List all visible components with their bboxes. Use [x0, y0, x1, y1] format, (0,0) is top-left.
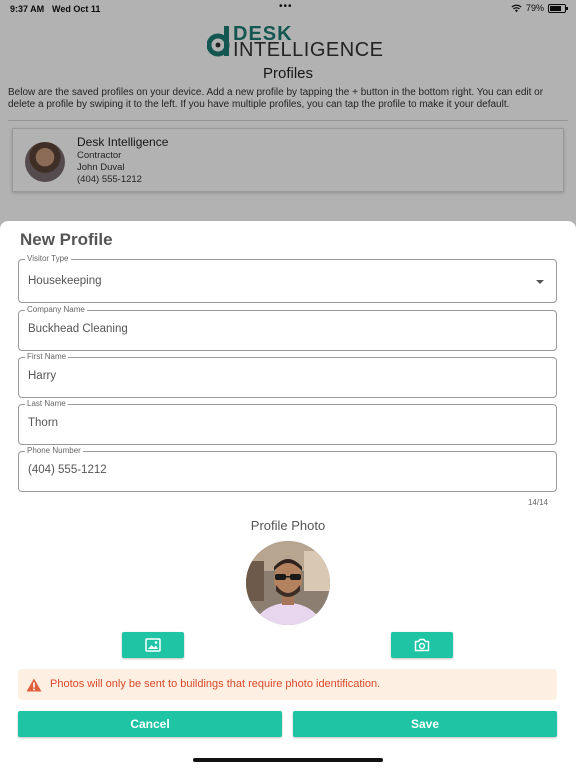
- company-name-input[interactable]: [28, 323, 508, 335]
- field-label: Company Name: [25, 305, 87, 315]
- profile-photo-image: [246, 541, 330, 625]
- last-name-input[interactable]: [28, 417, 508, 429]
- field-label: Last Name: [25, 399, 68, 409]
- first-name-input[interactable]: [28, 370, 508, 382]
- first-name-field[interactable]: First Name: [18, 352, 557, 398]
- choose-photo-button[interactable]: [122, 632, 184, 658]
- home-indicator[interactable]: [193, 758, 383, 762]
- cancel-button[interactable]: Cancel: [18, 711, 282, 737]
- field-label: Visitor Type: [25, 254, 71, 264]
- field-label: First Name: [25, 352, 69, 362]
- last-name-field[interactable]: Last Name: [18, 399, 557, 445]
- visitor-type-value: Housekeeping: [28, 275, 102, 287]
- sheet-title: New Profile: [20, 230, 113, 249]
- photo-section-title: Profile Photo: [250, 518, 326, 533]
- save-button[interactable]: Save: [293, 711, 557, 737]
- character-counter: 14/14: [527, 498, 548, 507]
- warning-triangle-icon: [26, 678, 42, 692]
- field-label: Phone Number: [25, 446, 83, 456]
- phone-number-input[interactable]: [28, 464, 508, 476]
- warning-text: Photos will only be sent to buildings th…: [50, 678, 381, 690]
- image-icon: [145, 638, 161, 652]
- chevron-down-icon[interactable]: [536, 280, 544, 284]
- profile-photo: [246, 541, 330, 625]
- phone-number-field[interactable]: Phone Number: [18, 446, 557, 492]
- company-name-field[interactable]: Company Name: [18, 305, 557, 351]
- new-profile-sheet: New Profile Visitor Type Housekeeping Co…: [0, 221, 576, 768]
- camera-icon: [414, 638, 430, 652]
- visitor-type-select[interactable]: Visitor Type Housekeeping: [18, 254, 557, 303]
- photo-warning-banner: Photos will only be sent to buildings th…: [18, 669, 557, 700]
- take-photo-button[interactable]: [391, 632, 453, 658]
